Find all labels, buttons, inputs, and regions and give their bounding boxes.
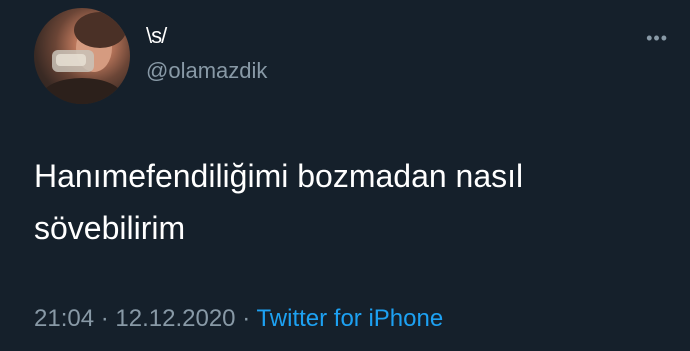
- display-name-row[interactable]: \s/: [146, 22, 167, 50]
- tweet-text-line-1: Hanımefendiliğimi bozmadan nasıl: [34, 158, 524, 194]
- meta-separator: ·: [242, 305, 251, 332]
- meta-separator: ·: [100, 305, 109, 332]
- tweet-text: Hanımefendiliğimi bozmadan nasıl sövebil…: [34, 150, 654, 254]
- tweet-meta: 21:04 · 12.12.2020 · Twitter for iPhone: [34, 305, 443, 333]
- tweet-source-link[interactable]: Twitter for iPhone: [256, 305, 443, 332]
- tweet-time[interactable]: 21:04: [34, 305, 94, 332]
- tweet-card: \s/ @olamazdik ••• Hanımefendiliğimi boz…: [0, 0, 690, 351]
- avatar[interactable]: [34, 8, 130, 104]
- username-handle[interactable]: @olamazdik: [146, 58, 267, 84]
- avatar-image: [42, 12, 126, 104]
- tweet-date[interactable]: 12.12.2020: [115, 305, 235, 332]
- tweet-text-line-2: sövebilirim: [34, 210, 186, 246]
- display-name[interactable]: \s/: [146, 23, 167, 49]
- more-horizontal-icon[interactable]: •••: [646, 28, 668, 49]
